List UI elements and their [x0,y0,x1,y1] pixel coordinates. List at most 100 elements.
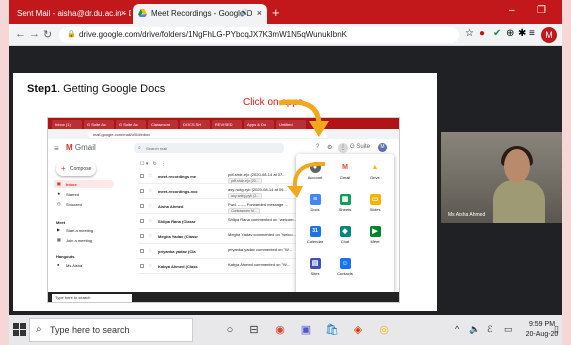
app-sites: ▤ Sites [301,258,329,282]
taskbar-search-placeholder: Type here to search [50,325,130,335]
address-bar[interactable]: 🔒 drive.google.com/drive/folders/1NgFhLG… [59,27,459,43]
gmail-icon: M [339,162,351,173]
audio-icon[interactable]: 🔊 [240,9,249,17]
compose-button: + Compose [56,162,96,176]
video-icon: ▶ [57,227,61,232]
app-label: Chat [340,239,350,244]
record-icon[interactable]: ● [479,28,485,39]
office-icon[interactable]: ◈ [351,323,365,337]
forward-button[interactable]: → [29,28,40,40]
mail-sender: priyanka yadav (Cla [158,249,196,254]
inner-tab: G Suite Ac [116,120,146,129]
taskbar-search-input[interactable]: ⌕ Type here to search [29,318,193,342]
maximize-button[interactable]: ❐ [537,5,546,16]
checkbox [140,204,144,208]
drive-icon [138,9,147,17]
star-icon: ☆ [148,233,153,239]
minimize-button[interactable]: – [509,5,515,16]
app-label: Contacts [337,271,353,276]
participant-video: Ms Aisha Ahmed [441,132,562,223]
close-icon[interactable]: × [257,8,262,18]
pen-icon[interactable]: ℰ [487,324,492,335]
app-chat: ◆ Chat [331,226,359,250]
app-gmail: M Gmail [331,162,359,186]
mail-sender: meet.recordings me [158,174,197,179]
star-icon: ☆ [148,218,153,224]
app-label: Calendar [306,239,324,244]
participant-face [504,149,530,183]
checkbox [140,189,144,193]
inner-taskbar: Type here to search [48,292,399,302]
menu-icon[interactable]: ≡ [529,28,535,39]
inner-avatar: M [378,143,387,152]
store-icon[interactable]: 🛍 [325,323,339,337]
hamburger-icon: ≡ [54,144,59,153]
mail-sender: Megha Yadav (Classr [158,234,198,239]
new-tab-button[interactable]: + [272,5,280,20]
sidebar-item-starred: ★ Starred [54,190,114,198]
gsuite-label: G Suite [350,144,371,150]
start-meeting-item: ▶ Start a meeting [54,226,114,234]
mail-sender: meet-recordings-noc [158,189,198,194]
inner-tab: REVISED [212,120,242,129]
teams-icon[interactable]: ▣ [299,323,313,337]
star-icon: ☆ [148,173,153,179]
apps-grid-icon: ⋮ [338,143,348,153]
checkbox [140,219,144,223]
puzzle-icon[interactable]: ✱ [518,28,526,39]
chrome-canary-icon[interactable]: ◎ [377,323,391,337]
star-icon: ☆ [148,203,153,209]
inner-tab-strip: Inbox (1) G Suite Ac G Suite Ac Classroo… [48,118,399,129]
hangouts-heading: Hangouts [56,254,75,259]
sheets-icon: ▦ [339,194,351,205]
drive-icon: ▲ [369,162,381,173]
mail-sender: Kabya Ahmed (Class [158,264,198,269]
participant-name: Ms Aisha Ahmed [448,212,486,218]
sidebar-item-snoozed: ◷ Snoozed [54,200,114,208]
gmail-screenshot: Inbox (1) G Suite Ac G Suite Ac Classroo… [47,117,400,303]
app-label: Docs [310,207,320,212]
volume-icon[interactable]: 🔈 [469,324,480,335]
windows-start-icon[interactable] [13,323,26,336]
keyboard-icon: ▦ [57,237,61,242]
tab-title: Sent Mail - aisha@dr.du.ac.in - D [17,9,131,18]
sidebar-item-label: Snoozed [66,202,82,207]
contacts-icon: ☺ [339,258,351,269]
inner-tab: Classroom [148,120,178,129]
inbox-icon: ▣ [57,181,61,186]
task-view-icon[interactable]: ⊟ [247,323,261,337]
checkbox [140,234,144,238]
checkbox [140,249,144,253]
tab-meet-recordings[interactable]: Meet Recordings - Google D 🔊 × [133,4,267,24]
reload-button[interactable]: ↻ [43,28,52,41]
star-icon: ☆ [148,248,153,254]
chrome-icon[interactable]: ◉ [273,323,287,337]
app-calendar: 31 Calendar [301,226,329,250]
back-button[interactable]: ← [15,28,26,40]
tab-sent-mail[interactable]: Sent Mail - aisha@dr.du.ac.in - D × [11,4,131,24]
star-icon[interactable]: ☆ [465,28,474,39]
keyboard-icon[interactable]: ▭ [504,324,513,335]
profile-avatar[interactable]: M [541,27,557,43]
step-text: . Getting Google Docs [56,83,166,95]
url-text: drive.google.com/drive/folders/1NgFhLG-P… [79,30,347,39]
inner-address-bar: mail.google.com/mail/u/0/#inbox [48,129,399,139]
sidebar-item-inbox: ▣ Inbox [54,180,114,188]
app-label: Slides [369,207,381,212]
cortana-icon[interactable]: ○ [223,323,237,337]
plus-icon: + [61,164,66,173]
inner-tab: G Suite Ac [84,120,114,129]
slide-title: Step1. Getting Google Docs [27,83,165,95]
compose-label: Compose [70,166,92,172]
app-drive: ▲ Drive [361,162,389,186]
app-label: Sheets [338,207,352,212]
app-label: Sites [310,271,320,276]
slides-icon: ▭ [369,194,381,205]
check-icon[interactable]: ✔ [493,28,501,39]
mail-sender: Aisha Ahmed [158,204,184,209]
extension-icon[interactable]: ⊕ [506,28,514,39]
chevron-up-icon[interactable]: ^ [455,324,459,334]
close-icon[interactable]: × [121,8,126,18]
notification-icon[interactable]: ▯ [554,324,559,335]
hangout-user-name: Ms Aisha [66,263,83,268]
